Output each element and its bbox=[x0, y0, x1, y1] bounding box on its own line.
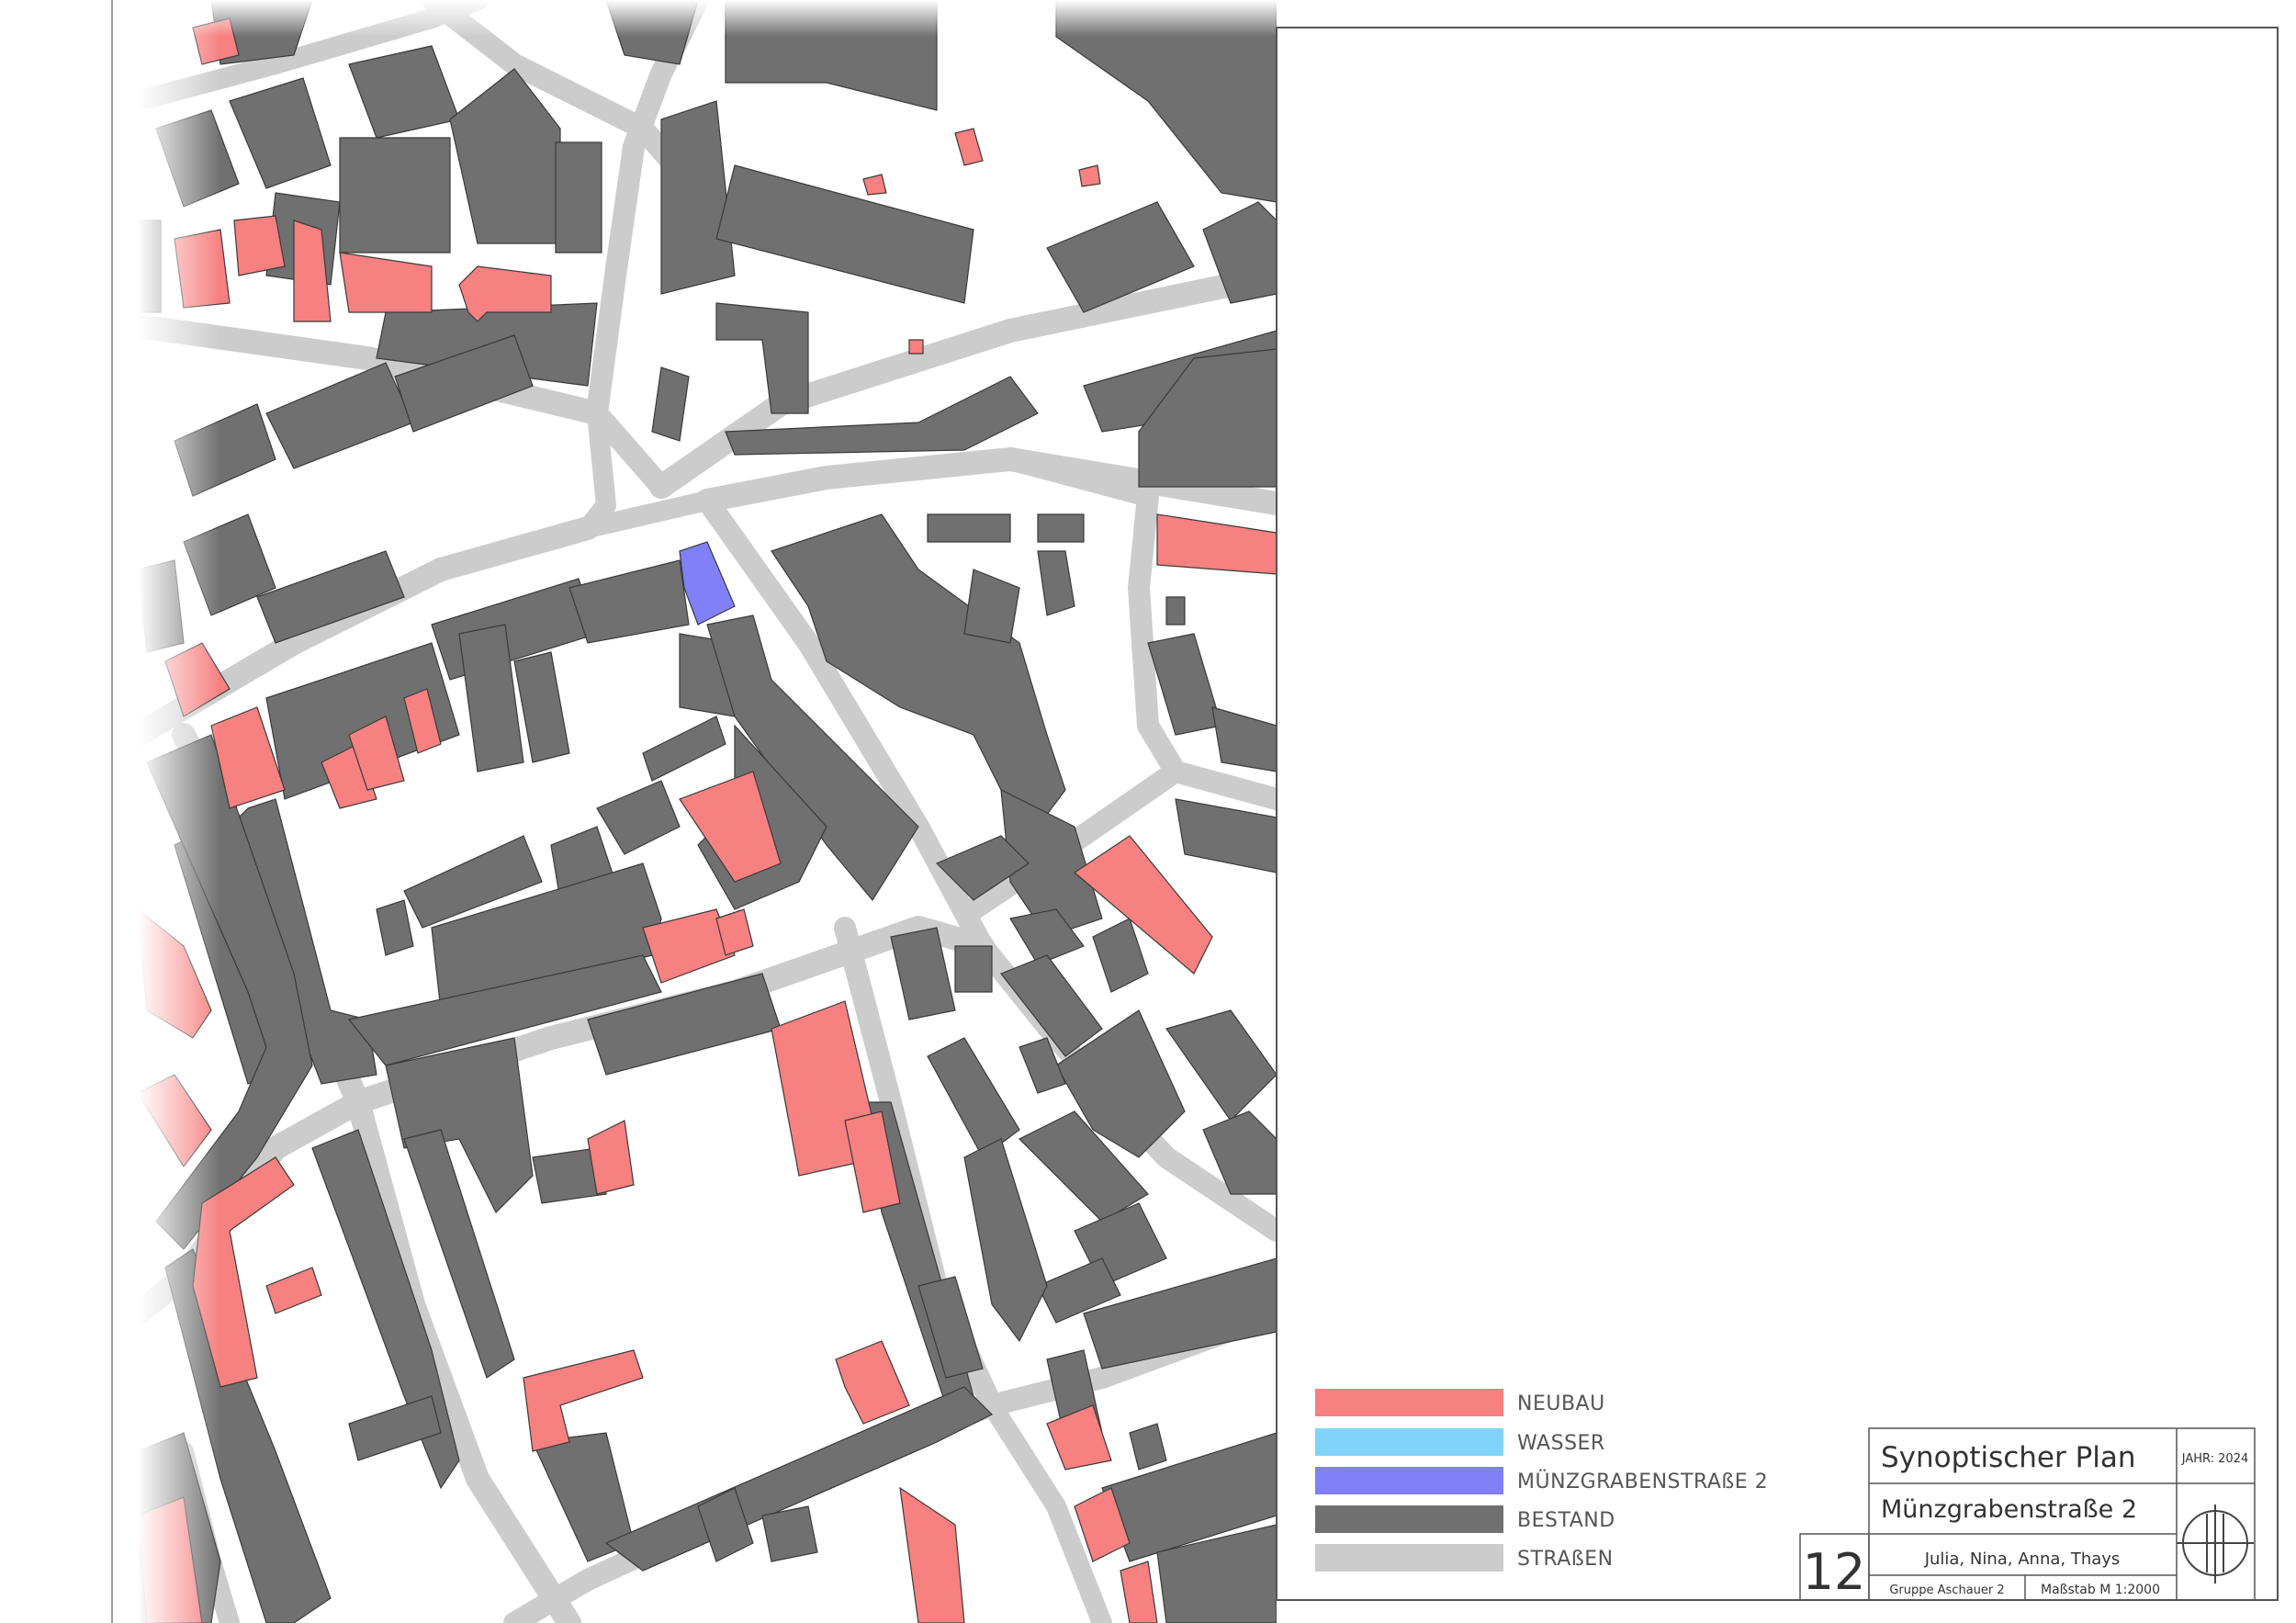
sheet-number: 12 bbox=[1803, 1543, 1866, 1601]
building bbox=[339, 252, 433, 313]
authors: Julia, Nina, Anna, Thays bbox=[1924, 1550, 2121, 1569]
building bbox=[963, 1138, 1048, 1343]
building bbox=[229, 77, 332, 189]
building bbox=[715, 164, 974, 304]
building bbox=[233, 215, 286, 276]
building bbox=[954, 128, 984, 166]
plan-sheet: NEUBAU WASSER MÜNZGRABENSTRAßE 2 BESTAND… bbox=[111, 0, 2279, 1623]
building bbox=[1037, 550, 1075, 616]
building bbox=[1129, 1423, 1167, 1471]
building bbox=[1156, 513, 1277, 575]
legend-swatch-neubau bbox=[1315, 1389, 1503, 1416]
year-label: JAHR: 2024 bbox=[2181, 1452, 2249, 1466]
building bbox=[835, 1340, 910, 1425]
project-site-muenzgrabenstrasse-2 bbox=[679, 541, 736, 626]
building bbox=[963, 569, 1020, 644]
building bbox=[642, 716, 726, 782]
legend-item-project-site: MÜNZGRABENSTRAßE 2 bbox=[1315, 1467, 1768, 1494]
legend-swatch-wasser bbox=[1315, 1428, 1503, 1456]
building bbox=[660, 100, 736, 295]
building bbox=[513, 651, 570, 763]
legend-label-project-site: MÜNZGRABENSTRAßE 2 bbox=[1517, 1470, 1768, 1493]
site-plan-map bbox=[138, 0, 1277, 1623]
building bbox=[1078, 164, 1101, 187]
legend-swatch-project-site bbox=[1315, 1467, 1503, 1494]
building bbox=[1211, 706, 1277, 772]
building bbox=[1165, 596, 1186, 626]
building bbox=[651, 366, 690, 442]
building bbox=[265, 1267, 322, 1314]
legend-label-strassen: STRAßEN bbox=[1517, 1548, 1614, 1571]
legend-item-strassen: STRAßEN bbox=[1315, 1544, 1614, 1572]
building bbox=[376, 899, 414, 956]
legend-swatch-strassen bbox=[1315, 1544, 1503, 1572]
building bbox=[715, 302, 809, 414]
building bbox=[908, 339, 924, 355]
legend-label-neubau: NEUBAU bbox=[1517, 1392, 1605, 1415]
building bbox=[568, 559, 690, 644]
plan-title: Synoptischer Plan bbox=[1881, 1441, 2136, 1474]
building bbox=[1092, 918, 1149, 993]
building bbox=[1046, 1404, 1112, 1471]
building bbox=[1165, 1009, 1277, 1121]
building bbox=[265, 362, 414, 469]
group-name: Gruppe Aschauer 2 bbox=[1889, 1584, 2004, 1597]
building bbox=[587, 1120, 635, 1195]
building bbox=[927, 513, 1011, 543]
building bbox=[339, 137, 451, 254]
building bbox=[1175, 798, 1277, 873]
building bbox=[596, 780, 681, 855]
map-fade-left bbox=[138, 0, 220, 1623]
building bbox=[899, 1486, 965, 1623]
scale-label: Maßstab M 1:2000 bbox=[2041, 1583, 2160, 1597]
legend-item-bestand: BESTAND bbox=[1315, 1505, 1615, 1533]
map-fade-top bbox=[138, 0, 1277, 37]
legend-item-neubau: NEUBAU bbox=[1315, 1389, 1605, 1416]
building bbox=[348, 45, 460, 139]
building bbox=[1037, 513, 1085, 543]
legend-label-bestand: BESTAND bbox=[1517, 1509, 1615, 1532]
legend-label-wasser: WASSER bbox=[1517, 1432, 1605, 1455]
building bbox=[954, 945, 993, 993]
building bbox=[862, 174, 887, 196]
building bbox=[761, 1505, 818, 1562]
legend-item-wasser: WASSER bbox=[1315, 1428, 1605, 1456]
plan-subtitle: Münzgrabenstraße 2 bbox=[1881, 1495, 2137, 1524]
drawing-frame bbox=[1276, 27, 2279, 1601]
building bbox=[1147, 633, 1222, 736]
legend-swatch-bestand bbox=[1315, 1505, 1503, 1533]
building bbox=[555, 141, 602, 254]
building bbox=[1120, 1561, 1158, 1623]
building bbox=[927, 1037, 1020, 1158]
building bbox=[449, 68, 561, 244]
